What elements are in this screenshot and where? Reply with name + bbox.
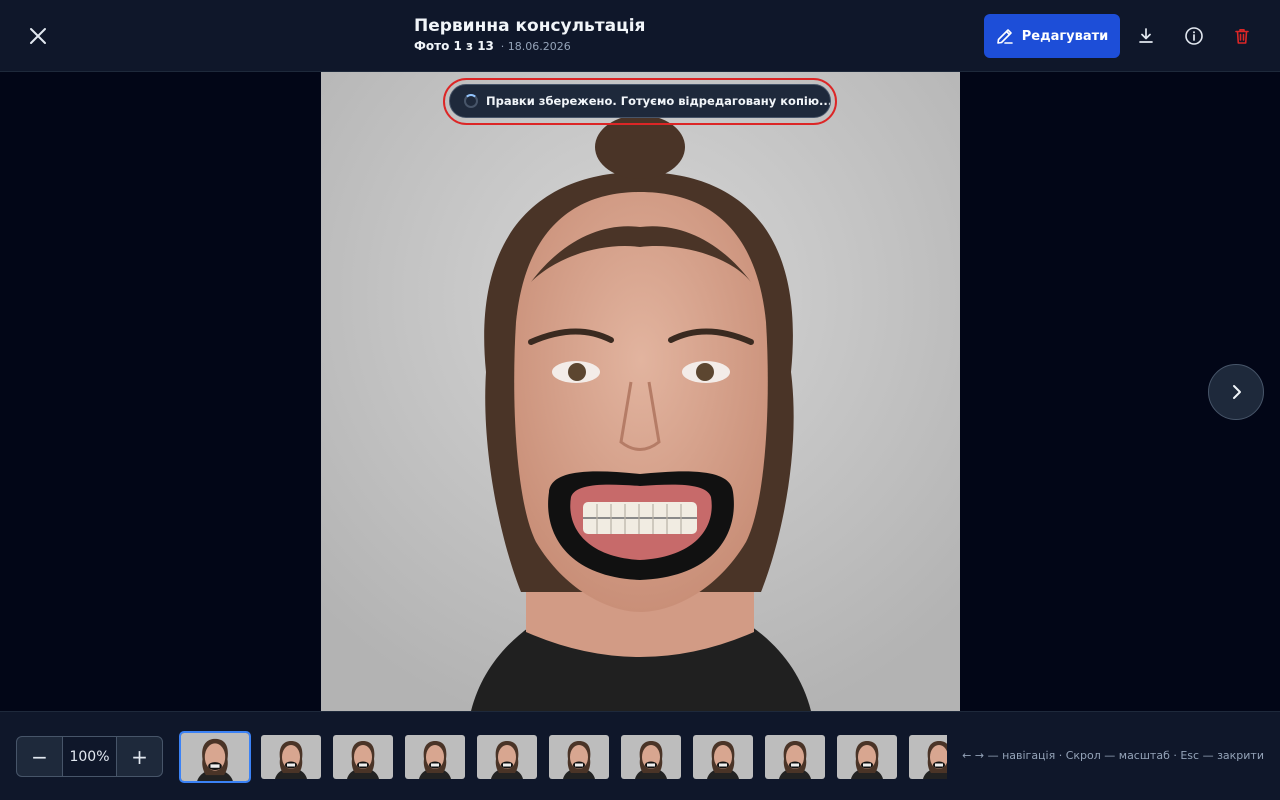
edit-button-label: Редагувати bbox=[1021, 28, 1109, 44]
page-title: Первинна консультація bbox=[414, 16, 646, 36]
photo-stage bbox=[0, 72, 1280, 711]
thumbnail-5[interactable] bbox=[477, 735, 537, 779]
save-status-toast: Правки збережено. Готуємо відредаговану … bbox=[449, 84, 831, 118]
download-icon bbox=[1139, 28, 1153, 43]
thumbnail-8[interactable] bbox=[693, 735, 753, 779]
viewer-footer: − 100% + ← → — навігація · Скрол — масшт… bbox=[0, 711, 1280, 800]
delete-button[interactable] bbox=[1224, 18, 1260, 54]
zoom-level: 100% bbox=[62, 737, 117, 776]
photo-date: · 18.06.2026 bbox=[500, 40, 571, 53]
download-button[interactable] bbox=[1128, 18, 1164, 54]
thumbnail-9[interactable] bbox=[765, 735, 825, 779]
zoom-control: − 100% + bbox=[16, 736, 163, 777]
keyboard-hint: ← → — навігація · Скрол — масштаб · Esc … bbox=[962, 749, 1264, 762]
thumbnail-10[interactable] bbox=[837, 735, 897, 779]
info-button[interactable] bbox=[1176, 18, 1212, 54]
thumbnail-3[interactable] bbox=[333, 735, 393, 779]
title-block: Первинна консультація Фото 1 з 13 · 18.0… bbox=[414, 16, 645, 55]
patient-photo[interactable] bbox=[321, 72, 960, 711]
thumbnail-11[interactable] bbox=[909, 735, 947, 779]
close-icon bbox=[30, 28, 46, 44]
photo-meta: Фото 1 з 13 · 18.06.2026 bbox=[414, 38, 645, 55]
chevron-right-icon bbox=[1233, 385, 1241, 399]
next-photo-button[interactable] bbox=[1208, 364, 1264, 420]
trash-icon bbox=[1235, 29, 1249, 44]
close-button[interactable] bbox=[20, 18, 56, 54]
zoom-in-button[interactable]: + bbox=[117, 737, 162, 776]
zoom-out-button[interactable]: − bbox=[17, 737, 62, 776]
edit-button[interactable]: Редагувати bbox=[984, 14, 1120, 58]
thumbnail-7[interactable] bbox=[621, 735, 681, 779]
photo-counter: Фото 1 з 13 bbox=[414, 39, 494, 53]
pencil-icon bbox=[996, 29, 1013, 44]
thumbnail-1[interactable] bbox=[179, 731, 251, 783]
thumbnail-2[interactable] bbox=[261, 735, 321, 779]
viewer-header: Первинна консультація Фото 1 з 13 · 18.0… bbox=[0, 0, 1280, 72]
spinner-icon bbox=[464, 94, 478, 108]
thumbnail-strip bbox=[179, 731, 947, 783]
thumbnail-6[interactable] bbox=[549, 735, 609, 779]
toast-text: Правки збережено. Готуємо відредаговану … bbox=[486, 94, 831, 108]
info-icon bbox=[1185, 27, 1203, 45]
patient-portrait-image bbox=[321, 72, 960, 711]
thumbnail-4[interactable] bbox=[405, 735, 465, 779]
